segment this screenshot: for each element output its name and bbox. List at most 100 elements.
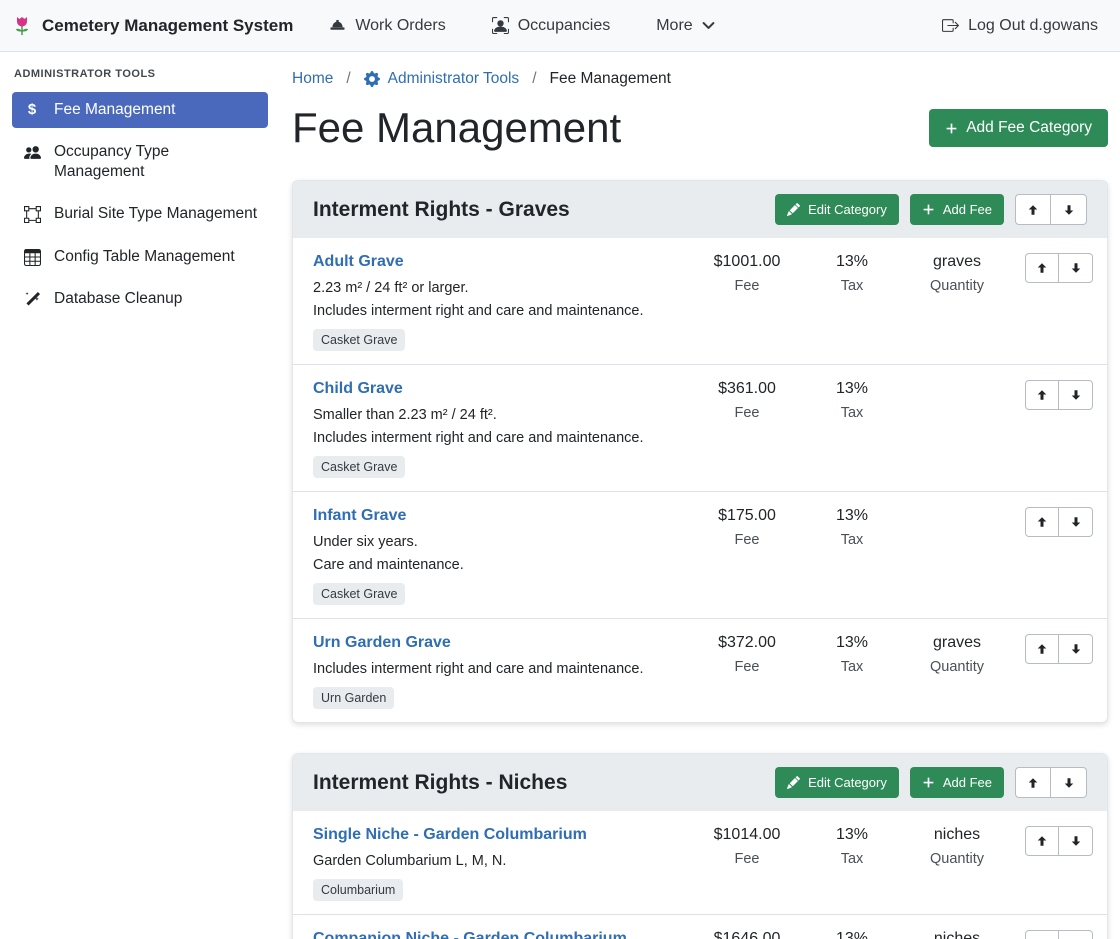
- fee-name-link[interactable]: Infant Grave: [313, 507, 406, 525]
- fee-type-badge: Urn Garden: [313, 687, 394, 709]
- fee-category-card: Interment Rights - Niches Edit Category …: [292, 753, 1108, 939]
- arrow-up-icon: [1027, 204, 1039, 216]
- fee-amount: $1646.00: [691, 930, 803, 939]
- table-icon: [22, 249, 42, 266]
- quantity-column: graves Quantity: [901, 634, 1013, 676]
- tax-value: 13%: [803, 507, 901, 526]
- fee-amount-column: $1014.00 Fee: [691, 826, 803, 868]
- fee-info: Child Grave Smaller than 2.23 m² / 24 ft…: [313, 380, 691, 478]
- sidebar-nav: $Fee Management Occupancy Type Management…: [12, 92, 268, 317]
- move-fee-down-button[interactable]: [1059, 380, 1093, 410]
- fee-descriptions: Smaller than 2.23 m² / 24 ft².Includes i…: [313, 407, 683, 446]
- move-category-up-button[interactable]: [1015, 767, 1051, 798]
- add-fee-label: Add Fee: [943, 775, 992, 790]
- move-fee-up-button[interactable]: [1025, 634, 1059, 664]
- move-fee-up-button[interactable]: [1025, 380, 1059, 410]
- arrow-down-icon: [1063, 204, 1075, 216]
- fee-type-badge: Casket Grave: [313, 456, 405, 478]
- fee-name-link[interactable]: Companion Niche - Garden Columbarium: [313, 930, 627, 939]
- fee-type-badge: Casket Grave: [313, 583, 405, 605]
- category-title: Interment Rights - Niches: [313, 771, 567, 795]
- tax-column: 13% Tax: [803, 507, 901, 549]
- move-fee-down-button[interactable]: [1059, 930, 1093, 939]
- fee-row: Urn Garden Grave Includes interment righ…: [293, 618, 1107, 722]
- move-fee-up-button[interactable]: [1025, 507, 1059, 537]
- sidebar-item-label: Config Table Management: [54, 247, 235, 267]
- fee-name-link[interactable]: Adult Grave: [313, 253, 404, 271]
- category-header: Interment Rights - Niches Edit Category …: [293, 754, 1107, 811]
- arrow-up-icon: [1036, 516, 1048, 528]
- fee-row: Companion Niche - Garden Columbarium Gar…: [293, 914, 1107, 939]
- tax-value: 13%: [803, 634, 901, 653]
- move-fee-up-button[interactable]: [1025, 930, 1059, 939]
- hard-hat-icon: [329, 17, 346, 34]
- fee-descriptions: Includes interment right and care and ma…: [313, 661, 683, 677]
- move-fee-down-button[interactable]: [1059, 253, 1093, 283]
- fee-amount-column: $1646.00 Fee: [691, 930, 803, 939]
- category-actions: Edit Category Add Fee: [775, 767, 1087, 798]
- edit-category-label: Edit Category: [808, 202, 887, 217]
- plus-icon: [922, 776, 935, 789]
- bounding-box-icon: [22, 206, 42, 223]
- add-fee-category-button[interactable]: Add Fee Category: [929, 109, 1108, 147]
- fee-description: Garden Columbarium L, M, N.: [313, 853, 683, 869]
- move-category-down-button[interactable]: [1051, 767, 1087, 798]
- fee-description: Care and maintenance.: [313, 557, 683, 573]
- fee-reorder-controls: [1013, 380, 1093, 410]
- main-nav: Work Orders Occupancies More: [329, 17, 714, 35]
- edit-category-button[interactable]: Edit Category: [775, 767, 899, 798]
- plus-icon: [945, 122, 958, 135]
- move-fee-down-button[interactable]: [1059, 507, 1093, 537]
- sidebar-item-config-table-management[interactable]: Config Table Management: [12, 239, 268, 275]
- move-fee-down-button[interactable]: [1059, 826, 1093, 856]
- fee-reorder-controls: [1013, 826, 1093, 856]
- quantity-column: niches Quantity: [901, 930, 1013, 939]
- pencil-icon: [787, 776, 800, 789]
- sidebar-item-label: Fee Management: [54, 100, 176, 120]
- quantity-column: [901, 507, 1013, 549]
- quantity-label: Quantity: [901, 659, 1013, 676]
- fee-info: Adult Grave 2.23 m² / 24 ft² or larger.I…: [313, 253, 691, 351]
- fee-name-link[interactable]: Urn Garden Grave: [313, 634, 451, 652]
- fee-amount-label: Fee: [691, 659, 803, 676]
- fee-amount: $1001.00: [691, 253, 803, 272]
- add-fee-button[interactable]: Add Fee: [910, 194, 1004, 225]
- arrow-down-icon: [1070, 389, 1082, 401]
- add-fee-button[interactable]: Add Fee: [910, 767, 1004, 798]
- people-icon: [22, 144, 42, 161]
- move-fee-up-button[interactable]: [1025, 253, 1059, 283]
- quantity-value: niches: [901, 930, 1013, 939]
- move-category-up-button[interactable]: [1015, 194, 1051, 225]
- tax-column: 13% Tax: [803, 930, 901, 939]
- category-body: Adult Grave 2.23 m² / 24 ft² or larger.I…: [293, 238, 1107, 722]
- tax-value: 13%: [803, 826, 901, 845]
- fee-reorder-controls: [1013, 930, 1093, 939]
- quantity-column: graves Quantity: [901, 253, 1013, 295]
- nav-more[interactable]: More: [656, 17, 714, 35]
- sidebar-item-burial-site-type-management[interactable]: Burial Site Type Management: [12, 196, 268, 232]
- quantity-column: niches Quantity: [901, 826, 1013, 868]
- tax-label: Tax: [803, 532, 901, 549]
- move-fee-up-button[interactable]: [1025, 826, 1059, 856]
- fee-name-link[interactable]: Child Grave: [313, 380, 403, 398]
- move-fee-down-button[interactable]: [1059, 634, 1093, 664]
- fee-row: Child Grave Smaller than 2.23 m² / 24 ft…: [293, 364, 1107, 491]
- fee-amount-label: Fee: [691, 405, 803, 422]
- nav-occupancies[interactable]: Occupancies: [492, 17, 611, 35]
- nav-work-orders[interactable]: Work Orders: [329, 17, 445, 35]
- sidebar-item-fee-management[interactable]: $Fee Management: [12, 92, 268, 128]
- fee-description: Smaller than 2.23 m² / 24 ft².: [313, 407, 683, 423]
- sidebar-item-database-cleanup[interactable]: Database Cleanup: [12, 281, 268, 317]
- move-category-down-button[interactable]: [1051, 194, 1087, 225]
- sidebar-item-occupancy-type-management[interactable]: Occupancy Type Management: [12, 134, 268, 190]
- logout-link[interactable]: Log Out d.gowans: [942, 17, 1098, 35]
- tax-value: 13%: [803, 253, 901, 272]
- flower-logo-icon: [10, 14, 34, 38]
- sidebar-title: ADMINISTRATOR TOOLS: [14, 68, 268, 80]
- fee-name-link[interactable]: Single Niche - Garden Columbarium: [313, 826, 587, 844]
- edit-category-button[interactable]: Edit Category: [775, 194, 899, 225]
- arrow-down-icon: [1070, 516, 1082, 528]
- fee-row: Adult Grave 2.23 m² / 24 ft² or larger.I…: [293, 238, 1107, 364]
- breadcrumb-home[interactable]: Home: [292, 70, 333, 88]
- breadcrumb-admin-tools[interactable]: Administrator Tools: [364, 70, 520, 88]
